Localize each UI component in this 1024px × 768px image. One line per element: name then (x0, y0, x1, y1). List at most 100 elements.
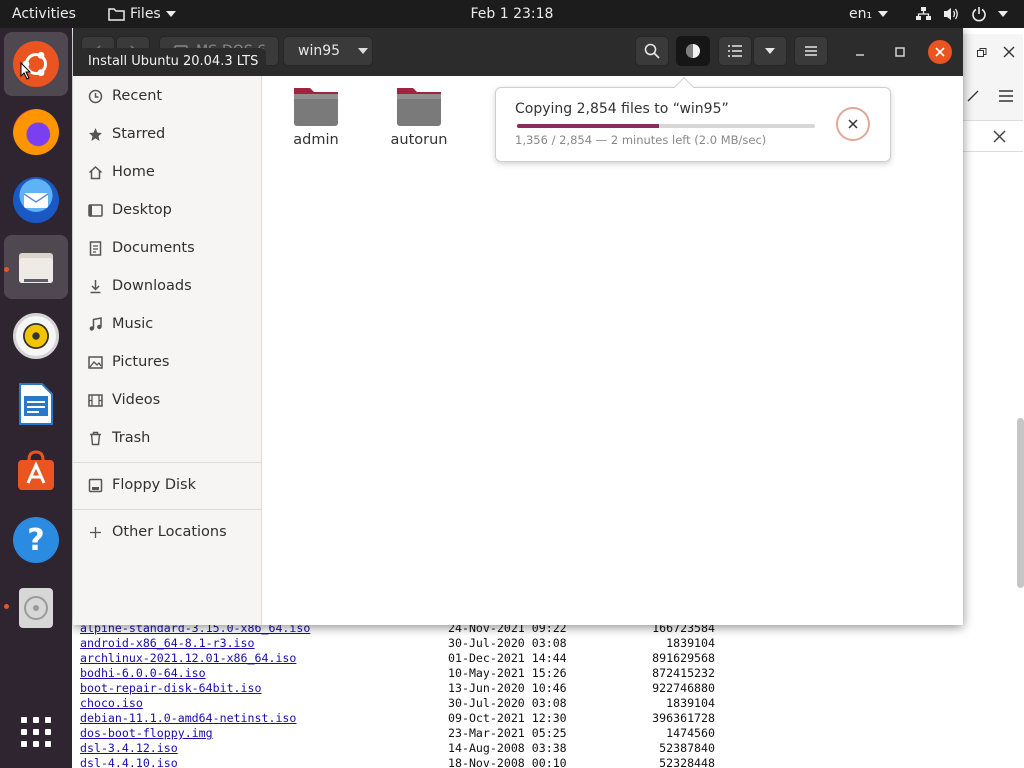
listing-row: dsl-4.4.10.iso 18-Nov-2008 00:10 52328448 (80, 756, 715, 768)
dock-help[interactable]: ? (4, 508, 68, 572)
plus-icon (87, 524, 103, 540)
system-menu[interactable] (915, 0, 1008, 28)
listing-row: dos-boot-floppy.img 23-Mar-2021 05:25 1474… (80, 726, 715, 741)
power-icon (972, 7, 986, 22)
app-menu-button[interactable]: Files (108, 0, 176, 28)
app-menu-label: Files (130, 6, 161, 22)
file-size: 1839104 (666, 696, 715, 710)
close-icon (848, 119, 858, 129)
home-icon (87, 164, 103, 180)
dock-optical-drive[interactable] (4, 576, 68, 640)
sidebar-item-desktop[interactable]: Desktop (87, 198, 172, 222)
sidebar-item-floppy-disk[interactable]: Floppy Disk (87, 473, 196, 497)
path-button-current[interactable]: win95 (283, 36, 373, 66)
dock-ubuntu-software[interactable] (4, 440, 68, 504)
progress-pie-icon (686, 44, 700, 58)
folder-item-admin[interactable]: admin (271, 84, 361, 148)
sidebar-item-starred[interactable]: Starred (87, 122, 165, 146)
view-list-button[interactable] (718, 36, 752, 66)
dock-rhythmbox[interactable] (4, 304, 68, 368)
dock-thunderbird[interactable] (4, 168, 68, 232)
dock-firefox[interactable] (4, 100, 68, 164)
file-link[interactable]: choco.iso (80, 696, 448, 711)
folder-item-autorun[interactable]: autorun (374, 84, 464, 148)
operations-button[interactable] (676, 36, 710, 66)
download-icon (87, 278, 103, 294)
listing-row: choco.iso 30-Jul-2020 03:08 1839104 (80, 696, 715, 711)
hamburger-menu-icon[interactable] (999, 90, 1013, 102)
file-link[interactable]: boot-repair-disk-64bit.iso (80, 681, 448, 696)
file-date: 30-Jul-2020 03:08 (448, 636, 567, 650)
sidebar-item-downloads[interactable]: Downloads (87, 274, 192, 298)
sidebar-item-recent[interactable]: Recent (87, 84, 162, 108)
help-icon: ? (13, 517, 59, 563)
software-icon (18, 450, 54, 490)
close-button[interactable] (928, 40, 952, 64)
scrollbar[interactable] (1017, 418, 1024, 588)
file-date: 14-Aug-2008 03:38 (448, 741, 567, 755)
sidebar-item-label: Documents (112, 240, 195, 256)
file-size: 922746880 (652, 681, 715, 695)
sidebar-item-videos[interactable]: Videos (87, 388, 160, 412)
restore-icon[interactable] (977, 48, 987, 58)
close-icon[interactable] (1003, 46, 1015, 58)
file-date: 01-Dec-2021 14:44 (448, 651, 567, 665)
find-bar (963, 120, 1023, 152)
folder-icon (108, 8, 125, 21)
view-options-button[interactable] (753, 36, 787, 66)
file-link[interactable]: bodhi-6.0.0-64.iso (80, 666, 448, 681)
sidebar-item-home[interactable]: Home (87, 160, 155, 184)
sidebar-item-pictures[interactable]: Pictures (87, 350, 169, 374)
hamburger-menu-icon (805, 46, 817, 56)
listing-row: archlinux-2021.12.01-x86_64.iso 01-Dec-20… (80, 651, 715, 666)
menu-button[interactable] (794, 36, 828, 66)
input-source-label: en₁ (849, 6, 873, 22)
file-size: 52328448 (659, 756, 715, 768)
file-size: 1474560 (666, 726, 715, 740)
input-source-menu[interactable]: en₁ (849, 0, 889, 28)
rhythmbox-icon (13, 313, 59, 359)
dock-tooltip: Install Ubuntu 20.04.3 LTS (80, 48, 267, 76)
listing-row: bodhi-6.0.0-64.iso 10-May-2021 15:26 87241… (80, 666, 715, 681)
close-icon[interactable] (993, 130, 1006, 143)
file-link[interactable]: dsl-3.4.12.iso (80, 741, 448, 756)
sidebar-item-label: Videos (112, 392, 161, 408)
file-date: 10-May-2021 15:26 (448, 666, 567, 680)
list-view-icon (728, 45, 742, 57)
running-indicator (4, 604, 9, 609)
dock-libreoffice-writer[interactable] (4, 372, 68, 436)
film-icon (87, 392, 103, 408)
sidebar-item-other-locations[interactable]: Other Locations (87, 520, 227, 544)
sidebar-item-label: Home (112, 164, 155, 180)
disc-icon (19, 588, 53, 628)
file-link[interactable]: android-x86_64-8.1-r3.iso (80, 636, 448, 651)
file-date: 18-Nov-2008 00:10 (448, 756, 567, 768)
maximize-button[interactable] (888, 40, 912, 64)
sidebar-item-label: Music (112, 316, 154, 332)
path-label-current: win95 (298, 43, 341, 59)
download-icon[interactable] (967, 90, 979, 102)
activities-button[interactable]: Activities (12, 0, 76, 28)
search-button[interactable] (635, 36, 669, 66)
show-applications-button[interactable] (4, 700, 68, 764)
dock-ubuntu-installer[interactable] (4, 32, 68, 96)
sidebar-item-label: Trash (112, 430, 151, 446)
sidebar-item-label: Downloads (112, 278, 192, 294)
minimize-button[interactable] (848, 40, 872, 64)
file-date: 23-Mar-2021 05:25 (448, 726, 567, 740)
desktop-icon (87, 202, 103, 218)
chevron-down-icon (358, 48, 369, 54)
sidebar-item-music[interactable]: Music (87, 312, 153, 336)
file-link[interactable]: dsl-4.4.10.iso (80, 756, 448, 768)
sidebar-item-trash[interactable]: Trash (87, 426, 150, 450)
folder-label: admin (293, 132, 339, 148)
chevron-down-icon (998, 11, 1008, 17)
file-size: 52387840 (659, 741, 715, 755)
dock-files[interactable] (4, 235, 68, 299)
file-link[interactable]: archlinux-2021.12.01-x86_64.iso (80, 651, 448, 666)
sidebar-item-documents[interactable]: Documents (87, 236, 195, 260)
file-link[interactable]: debian-11.1.0-amd64-netinst.iso (80, 711, 448, 726)
clock-label[interactable]: Feb 1 23:18 (471, 6, 554, 22)
cancel-operation-button[interactable] (836, 107, 870, 141)
file-link[interactable]: dos-boot-floppy.img (80, 726, 448, 741)
